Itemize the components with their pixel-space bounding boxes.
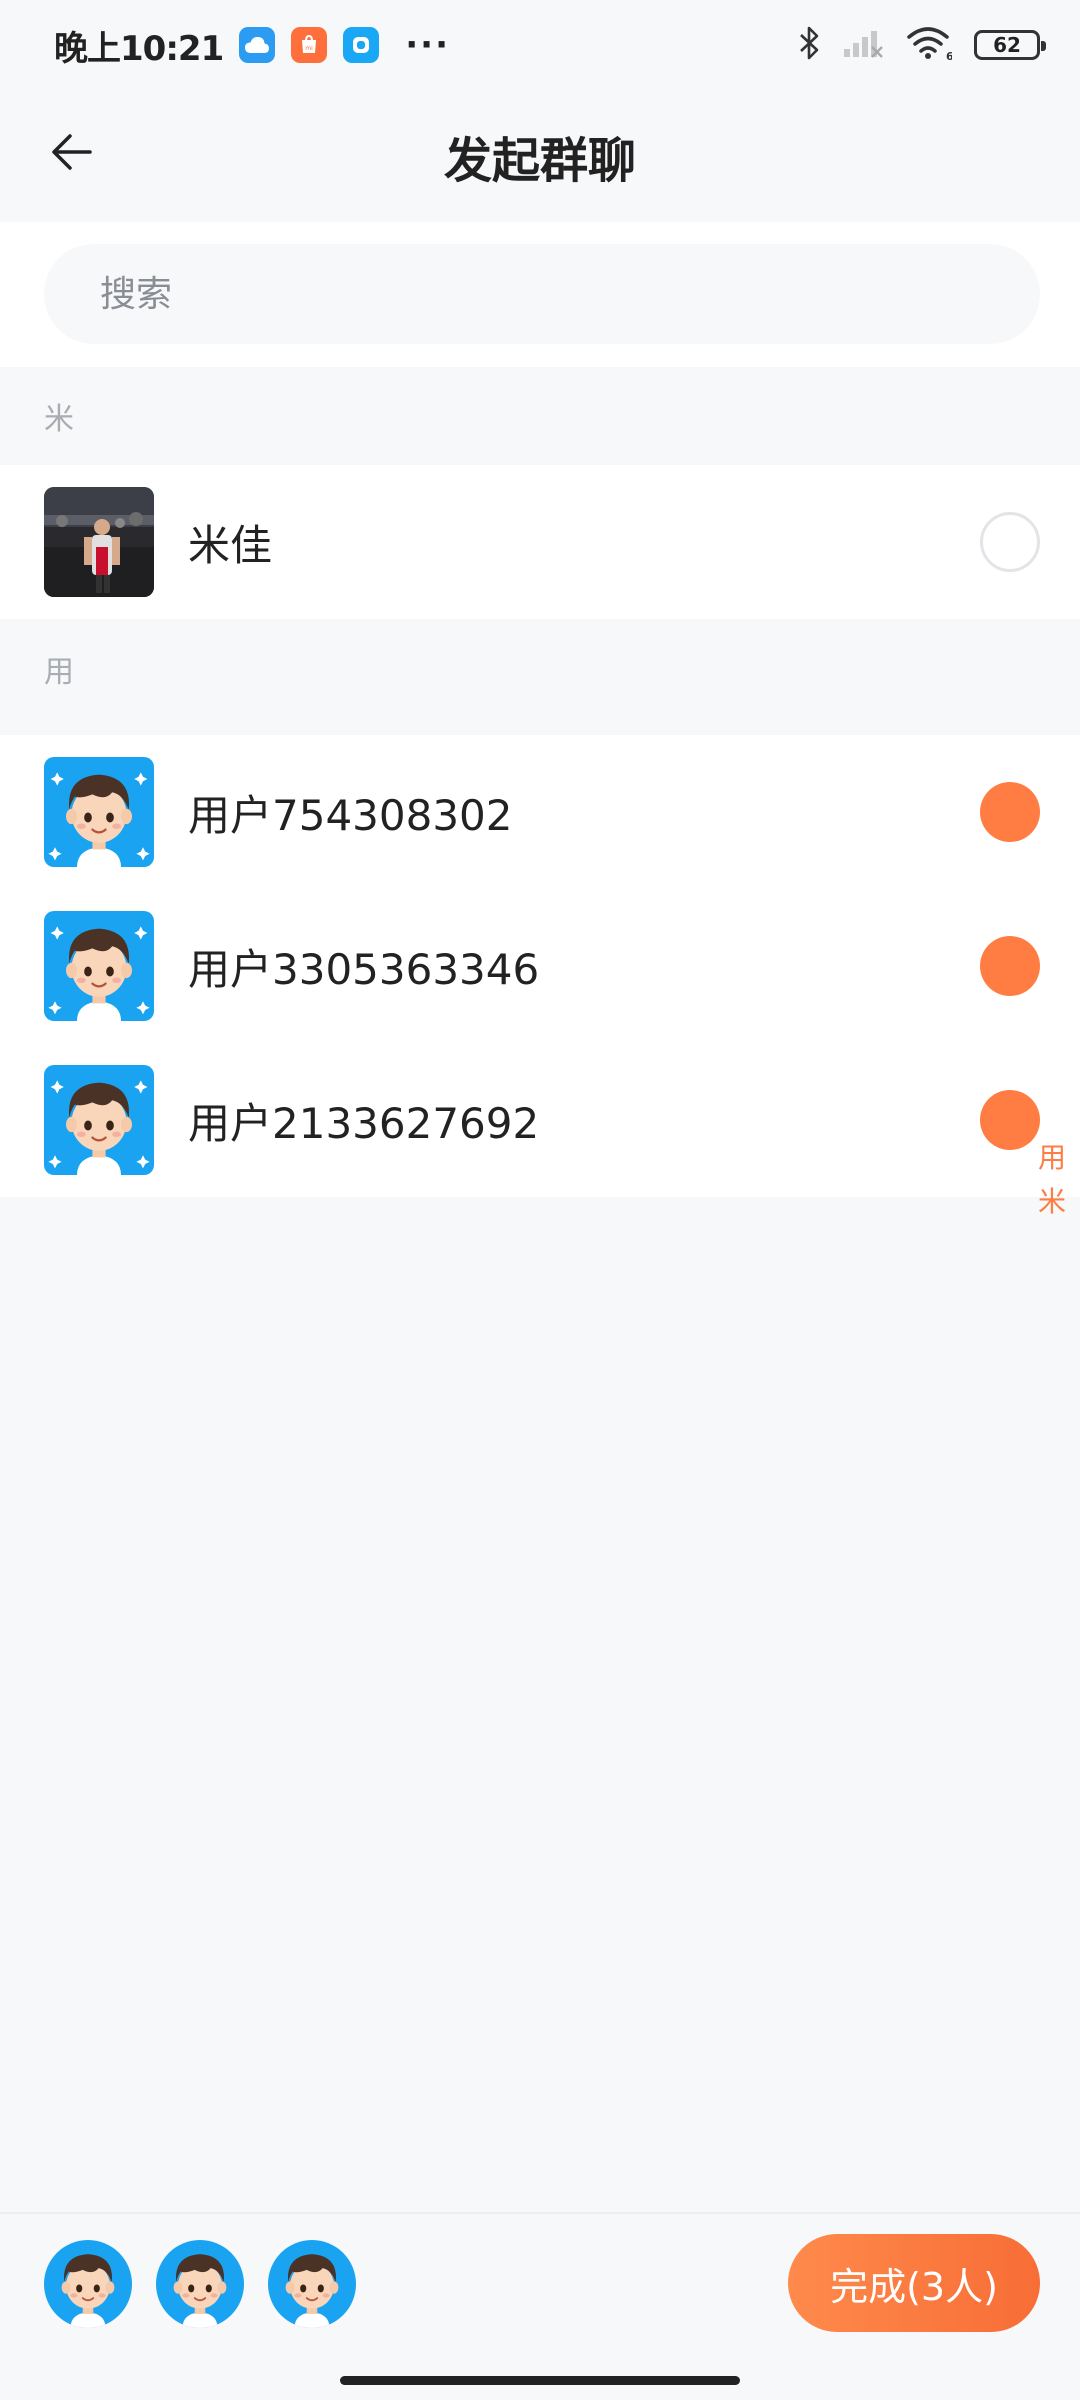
search-section — [0, 222, 1080, 367]
header: 发起群聊 — [0, 90, 1080, 222]
avatar — [44, 487, 154, 597]
selected-avatar[interactable] — [268, 2240, 356, 2328]
more-notifications-icon: ··· — [405, 25, 450, 65]
select-checkbox[interactable] — [980, 512, 1040, 572]
alphabet-index-bar[interactable]: 用 米 — [1034, 1140, 1070, 1220]
contact-group-yong: 用户754308302 用户3305363346 用户2133627692 — [0, 735, 1080, 1197]
bottom-bar: 完成(3人) — [0, 2212, 1080, 2352]
contact-name: 米佳 — [188, 520, 273, 570]
avatar — [44, 1065, 154, 1175]
back-button[interactable] — [42, 122, 102, 182]
status-time: 晚上10:21 — [54, 28, 224, 69]
status-left: 晚上10:21 mi ··· — [54, 21, 450, 70]
home-indicator[interactable] — [340, 2376, 740, 2385]
list-item[interactable]: 米佳 — [0, 465, 1080, 619]
message-app-icon — [343, 27, 380, 63]
selected-avatar[interactable] — [44, 2240, 132, 2328]
list-item[interactable]: 用户3305363346 — [0, 889, 1080, 1043]
cloud-app-icon — [239, 27, 276, 63]
index-letter-mi[interactable]: 米 — [1038, 1184, 1066, 1220]
search-input[interactable] — [44, 244, 1040, 344]
avatar — [44, 911, 154, 1021]
select-checkbox[interactable] — [980, 782, 1040, 842]
select-checkbox[interactable] — [980, 936, 1040, 996]
svg-text:6: 6 — [946, 50, 952, 61]
bluetooth-icon — [798, 25, 820, 65]
svg-text:mi: mi — [305, 45, 313, 52]
arrow-left-icon — [52, 134, 92, 170]
list-item[interactable]: 用户2133627692 — [0, 1043, 1080, 1197]
status-bar: 晚上10:21 mi ··· 6 62 — [0, 0, 1080, 90]
section-header-mi: 米 — [0, 367, 1080, 465]
contact-name: 用户2133627692 — [188, 1098, 540, 1148]
section-header-yong: 用 — [0, 620, 1080, 718]
index-letter-yong[interactable]: 用 — [1038, 1140, 1066, 1176]
list-item[interactable]: 用户754308302 — [0, 735, 1080, 889]
battery-icon: 62 — [974, 30, 1046, 60]
avatar — [44, 757, 154, 867]
selected-avatar[interactable] — [156, 2240, 244, 2328]
contact-name: 用户754308302 — [188, 790, 513, 840]
select-checkbox[interactable] — [980, 1090, 1040, 1150]
page-title: 发起群聊 — [443, 133, 636, 189]
signal-icon — [842, 27, 884, 63]
contact-group-mi: 米佳 — [0, 465, 1080, 619]
status-right: 6 62 — [798, 25, 1046, 65]
done-button[interactable]: 完成(3人) — [788, 2234, 1040, 2332]
shop-app-icon: mi — [291, 27, 328, 63]
selected-avatars — [44, 2240, 356, 2328]
contact-name: 用户3305363346 — [188, 944, 540, 994]
wifi-icon: 6 — [906, 25, 954, 65]
